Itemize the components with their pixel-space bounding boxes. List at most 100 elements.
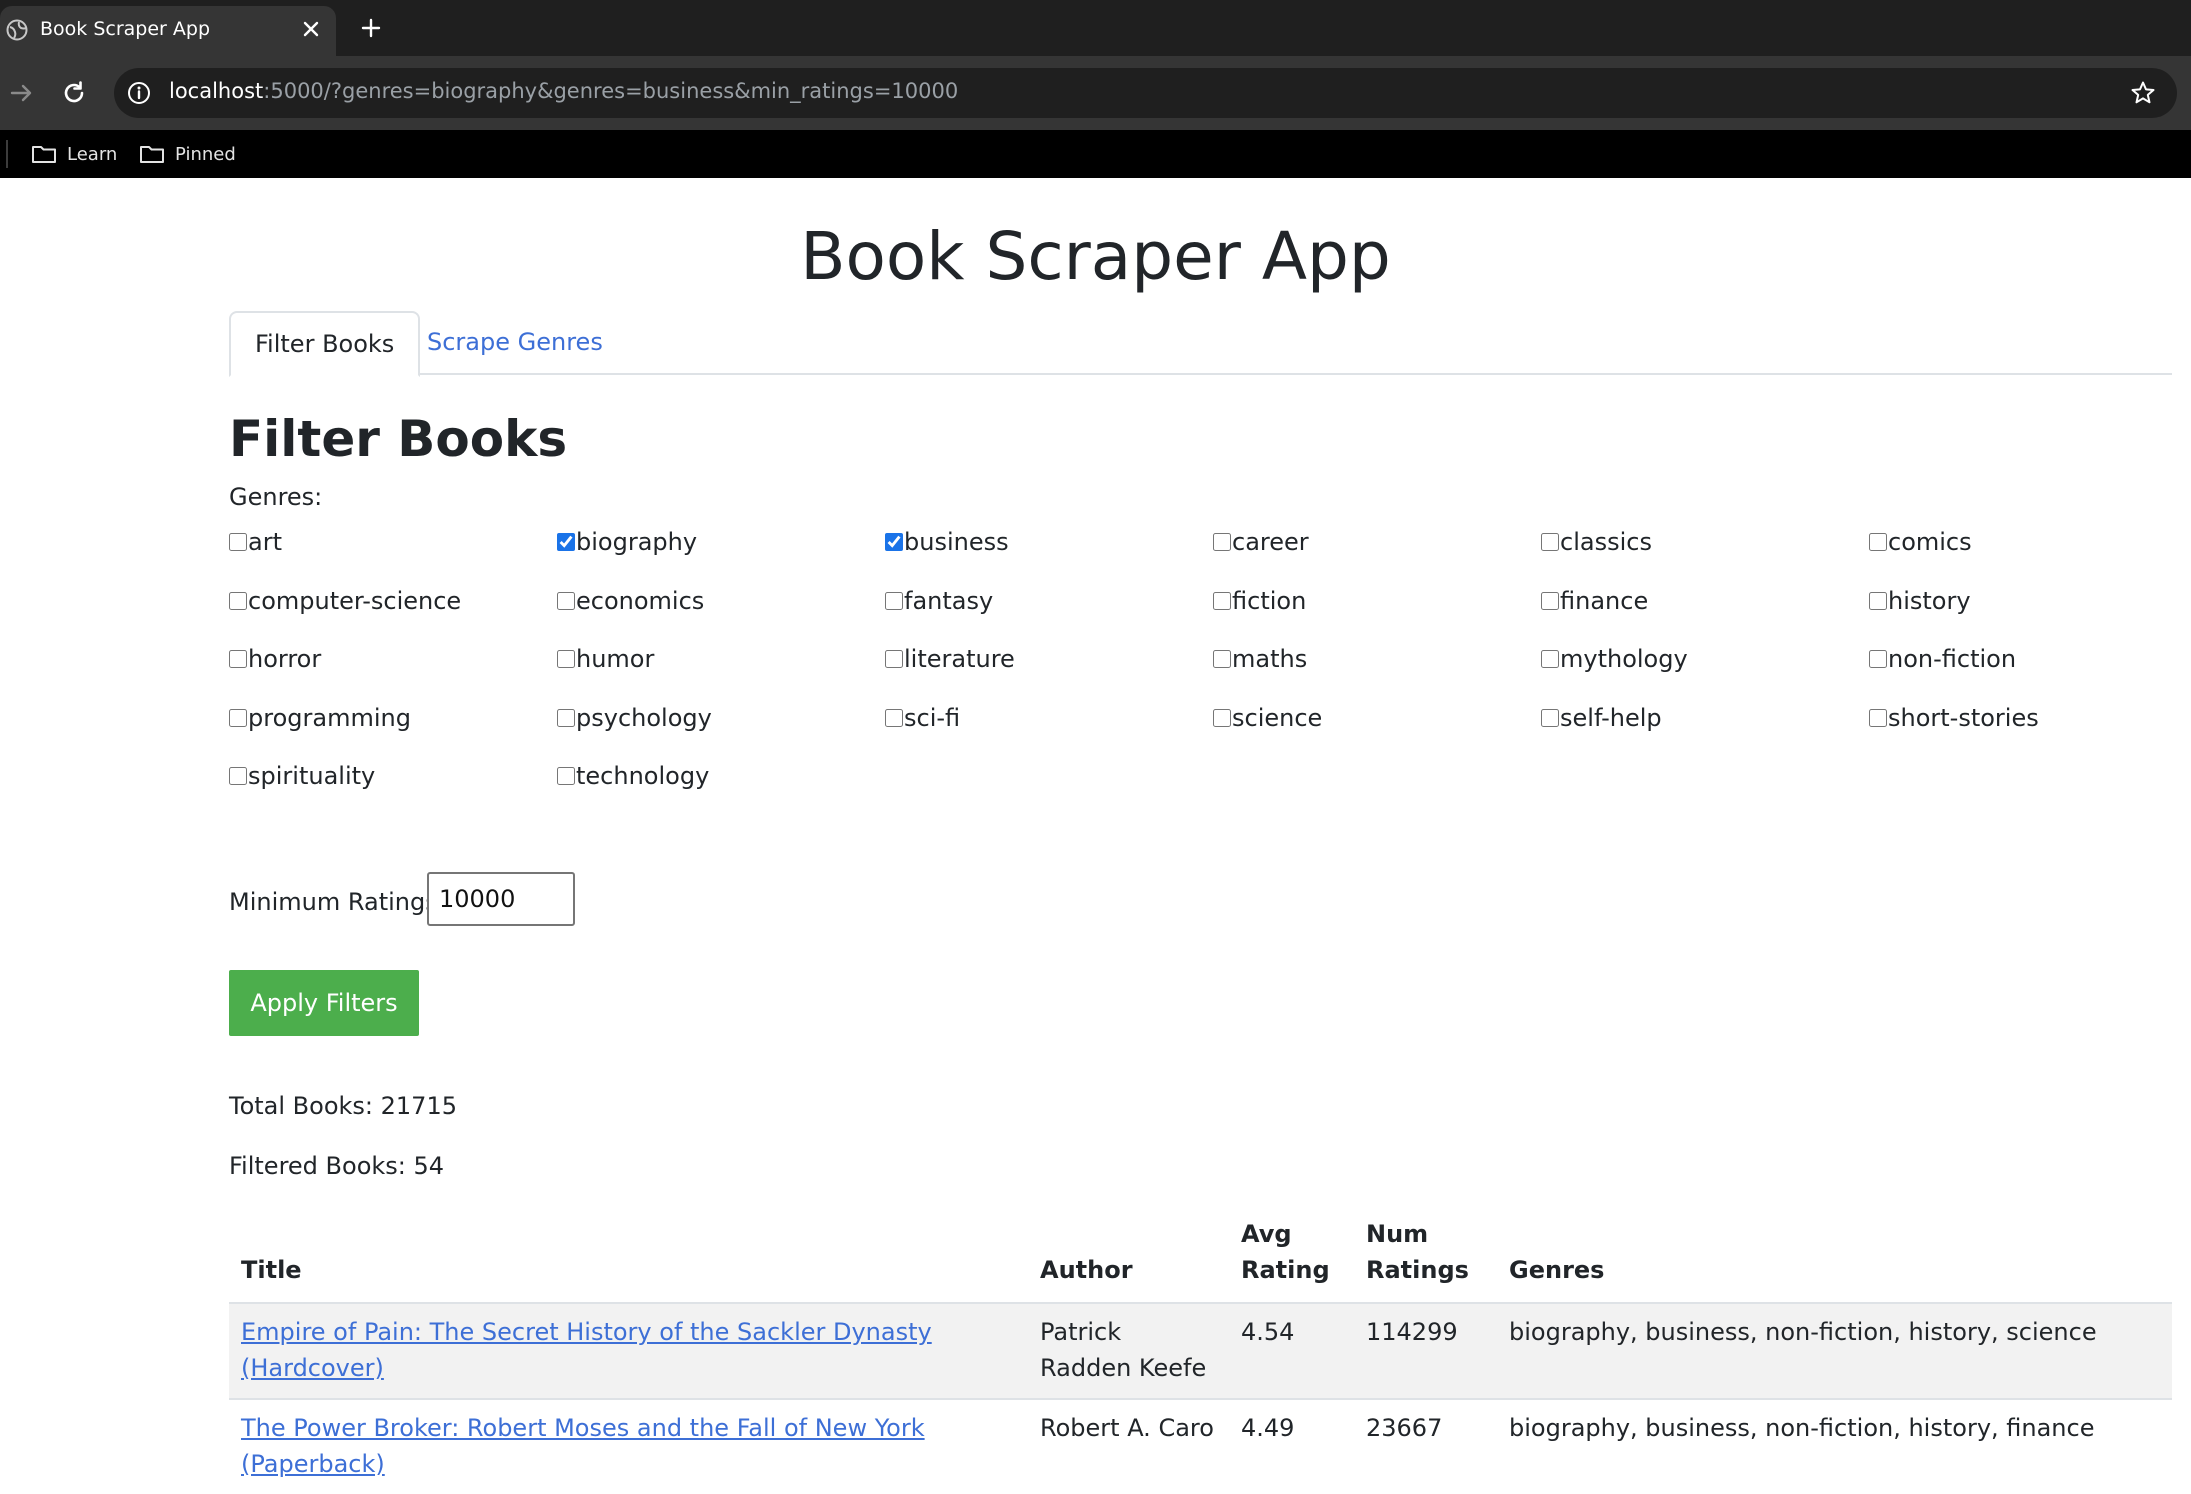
genre-option-finance[interactable]: finance (1541, 587, 1648, 615)
genre-option-biography[interactable]: biography (557, 528, 697, 556)
genre-label: history (1888, 586, 1971, 615)
reload-icon[interactable] (57, 76, 91, 110)
genre-option-economics[interactable]: economics (557, 587, 704, 615)
genre-checkbox[interactable] (885, 533, 903, 551)
genre-option-mythology[interactable]: mythology (1541, 645, 1688, 673)
genre-checkbox[interactable] (229, 650, 247, 668)
genre-option-classics[interactable]: classics (1541, 528, 1652, 556)
genre-checkbox[interactable] (229, 591, 247, 610)
genre-checkbox[interactable] (557, 650, 575, 668)
genre-option-literature[interactable]: literature (885, 645, 1015, 673)
genre-checkbox[interactable] (1869, 533, 1887, 551)
genre-option-self-help[interactable]: self-help (1541, 704, 1662, 732)
genre-option-maths[interactable]: maths (1213, 645, 1307, 673)
cell-author: Robert A. Caro (1040, 1414, 1214, 1442)
genre-checkbox[interactable] (885, 708, 903, 727)
genre-label: economics (576, 586, 705, 615)
genre-label: horror (248, 645, 322, 673)
url-text: localhost:5000/?genres=biography&genres=… (169, 79, 958, 103)
bookmark-learn[interactable]: Learn (31, 136, 117, 172)
book-title-link[interactable]: Empire of Pain: The Secret History of th… (241, 1318, 932, 1382)
column-header-title: Title (241, 1256, 302, 1284)
genre-checkbox[interactable] (1869, 708, 1887, 727)
genre-checkbox[interactable] (229, 533, 247, 551)
genre-option-computer-science[interactable]: computer-science (229, 587, 461, 615)
genre-checkbox[interactable] (557, 533, 575, 551)
book-title-link[interactable]: The Power Broker: Robert Moses and the F… (241, 1414, 925, 1478)
tab-scrape-genres[interactable]: Scrape Genres (403, 311, 627, 373)
genre-option-business[interactable]: business (885, 528, 1009, 556)
tabs-divider (229, 373, 2172, 375)
genre-option-non-fiction[interactable]: non-fiction (1869, 645, 2016, 673)
genre-checkbox[interactable] (885, 650, 903, 668)
genre-label: computer-science (248, 586, 462, 615)
genre-checkbox[interactable] (1213, 708, 1231, 727)
genre-option-programming[interactable]: programming (229, 704, 411, 732)
close-icon[interactable] (298, 16, 324, 42)
table-row: The Power Broker: Robert Moses and the F… (229, 1399, 2172, 1494)
folder-icon (32, 146, 56, 163)
genre-checkbox[interactable] (1541, 591, 1559, 610)
url-path: :5000/?genres=biography&genres=business&… (263, 79, 959, 103)
cell-title: Empire of Pain: The Secret History of th… (229, 1303, 1028, 1399)
genre-checkbox[interactable] (1869, 650, 1887, 668)
table-header-row: Title Author Avg Rating Num Ratings Genr… (229, 1208, 2172, 1303)
genre-option-fantasy[interactable]: fantasy (885, 587, 993, 615)
genre-option-spirituality[interactable]: spirituality (229, 762, 375, 790)
genre-option-art[interactable]: art (229, 528, 282, 556)
page-content: Book Scraper App Filter Books Scrape Gen… (0, 178, 2191, 1478)
genre-option-fiction[interactable]: fiction (1213, 587, 1306, 615)
genre-label: technology (576, 762, 710, 790)
bookmark-pinned[interactable]: Pinned (139, 136, 236, 172)
filtered-books-count: Filtered Books: 54 (229, 1152, 445, 1180)
genre-option-humor[interactable]: humor (557, 645, 654, 673)
genre-label: finance (1560, 586, 1649, 615)
column-header-num-ratings: Num Ratings (1366, 1220, 1469, 1284)
genre-checkbox[interactable] (1541, 708, 1559, 727)
genre-option-career[interactable]: career (1213, 528, 1309, 556)
genre-label: humor (576, 645, 655, 673)
min-ratings-input[interactable] (427, 872, 575, 926)
bookmark-star-icon[interactable] (2129, 79, 2157, 107)
genre-option-sci-fi[interactable]: sci-fi (885, 704, 960, 732)
globe-icon (6, 19, 28, 41)
genre-label: maths (1232, 645, 1308, 673)
genre-checkbox[interactable] (229, 708, 247, 727)
genre-option-short-stories[interactable]: short-stories (1869, 704, 2039, 732)
genre-checkbox[interactable] (1869, 591, 1887, 610)
genre-option-comics[interactable]: comics (1869, 528, 1972, 556)
apply-filters-button[interactable]: Apply Filters (229, 970, 419, 1036)
genre-checkbox[interactable] (1213, 591, 1231, 610)
genre-option-history[interactable]: history (1869, 587, 1971, 615)
genre-label: business (904, 528, 1009, 556)
column-header-genres: Genres (1509, 1256, 1605, 1284)
genre-checkbox[interactable] (557, 767, 575, 785)
tab-filter-books[interactable]: Filter Books (229, 311, 421, 377)
folder-icon (140, 146, 164, 163)
genre-label: career (1232, 528, 1309, 556)
genre-option-psychology[interactable]: psychology (557, 704, 712, 732)
genre-label: science (1232, 703, 1323, 732)
genre-checkbox[interactable] (1213, 533, 1231, 551)
genre-checkbox[interactable] (557, 708, 575, 727)
genre-checkbox[interactable] (557, 591, 575, 610)
genre-label: spirituality (248, 762, 376, 790)
genre-checkbox[interactable] (1541, 533, 1559, 551)
cell-title: The Power Broker: Robert Moses and the F… (229, 1399, 1028, 1494)
genre-label: programming (248, 703, 411, 732)
genre-checkbox[interactable] (1541, 650, 1559, 668)
genre-option-science[interactable]: science (1213, 704, 1322, 732)
column-header-author: Author (1040, 1256, 1133, 1284)
cell-num-ratings: 114299 (1366, 1318, 1458, 1346)
genre-option-horror[interactable]: horror (229, 645, 321, 673)
new-tab-plus-icon[interactable] (356, 13, 386, 43)
cell-author: Patrick Radden Keefe (1040, 1318, 1207, 1382)
genre-checkbox[interactable] (229, 767, 247, 785)
genre-option-technology[interactable]: technology (557, 762, 709, 790)
site-info-icon[interactable] (126, 80, 152, 106)
forward-arrow-icon[interactable] (4, 76, 38, 110)
genre-checkbox[interactable] (1213, 650, 1231, 668)
genre-checkbox[interactable] (885, 591, 903, 610)
address-bar[interactable]: localhost:5000/?genres=biography&genres=… (114, 68, 2177, 118)
browser-tab[interactable]: Book Scraper App (0, 6, 336, 56)
